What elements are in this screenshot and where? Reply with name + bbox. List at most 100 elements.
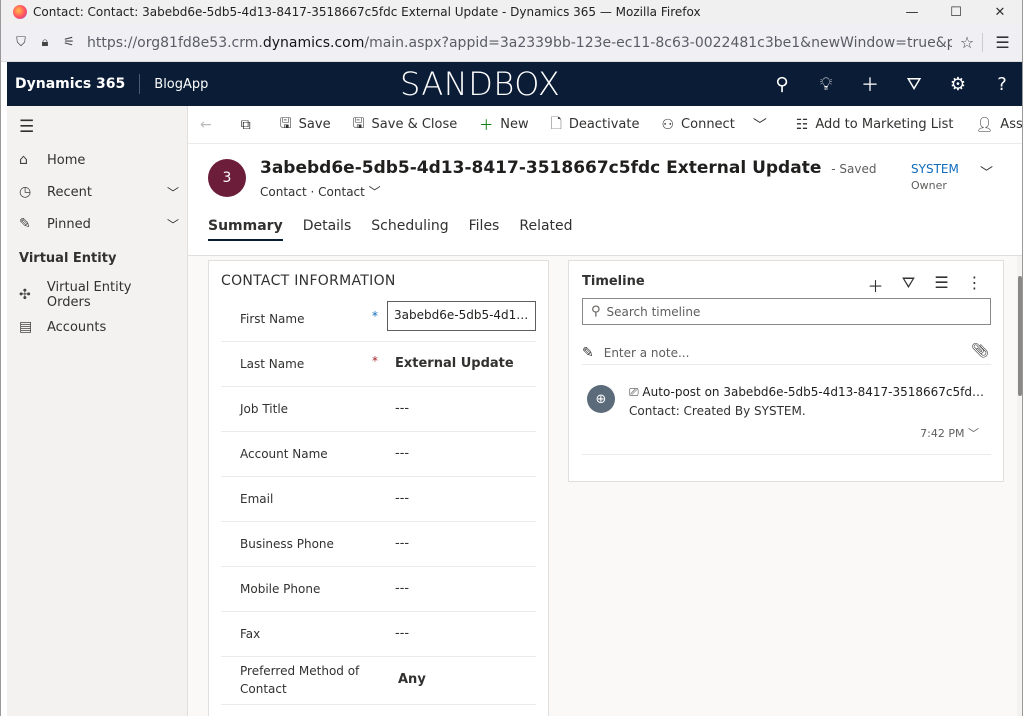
note-placeholder: Enter a note... — [603, 345, 690, 360]
hamburger-menu-icon[interactable]: ☰ — [982, 33, 1022, 52]
window-titlebar: Contact: Contact: 3abebd6e-5db5-4d13-841… — [1, 0, 1022, 24]
sidebar-item-recent[interactable]: ◷ Recent ﹀ — [19, 181, 179, 203]
tab-details[interactable]: Details — [303, 218, 352, 241]
popout-icon: ⧉ — [240, 116, 251, 133]
field-email: Email --- — [221, 477, 536, 522]
save-status: - Saved — [831, 162, 877, 176]
save-close-button[interactable]: 🖫︎ Save & Close — [353, 113, 458, 137]
record-subtitle: Contact · Contact ﹀ — [260, 183, 381, 200]
timeline-tools: ＋ ⛛ ☰ ⋮ — [859, 273, 991, 297]
more-vertical-icon[interactable]: ⋮ — [958, 273, 991, 297]
sitemap-toggle-icon[interactable]: ☰ — [19, 117, 34, 137]
tab-related[interactable]: Related — [519, 218, 572, 241]
post-title: ⎚ Auto-post on 3abebd6e-5db5-4d13-8417-3… — [629, 385, 989, 400]
lightbulb-icon[interactable]: 💡︎ — [804, 74, 848, 95]
business-phone-input[interactable]: --- — [395, 536, 409, 551]
field-preferred-method: Preferred Method of Contact Any — [221, 657, 536, 705]
environment-banner: SANDBOX — [400, 65, 561, 103]
filter-icon[interactable]: ⛛ — [892, 273, 925, 297]
sidebar-group-title: Virtual Entity — [19, 251, 117, 266]
account-name-input[interactable]: --- — [395, 446, 409, 461]
owner-label: Owner — [911, 179, 947, 192]
email-input[interactable]: --- — [395, 491, 409, 506]
save-icon: 🖫︎ — [279, 115, 292, 132]
app-name[interactable]: BlogApp — [154, 77, 208, 92]
sort-list-icon[interactable]: ☰ — [925, 273, 958, 297]
note-input[interactable]: ✎ Enter a note... 📎︎ — [582, 341, 991, 365]
connect-label: Connect — [681, 117, 735, 132]
fax-input[interactable]: --- — [395, 626, 409, 641]
deactivate-label: Deactivate — [568, 117, 640, 132]
shield-icon[interactable]: ⛉ — [9, 35, 33, 50]
timeline-search-input[interactable]: ⚲ Search timeline — [582, 298, 991, 325]
form-content: CONTACT INFORMATION First Name * 3abebd6… — [188, 256, 1022, 716]
add-marketing-label: Add to Marketing List — [815, 117, 954, 132]
field-label: Mobile Phone — [240, 582, 321, 596]
gear-icon[interactable]: ⚙ — [936, 74, 980, 95]
plus-icon[interactable]: ＋ — [848, 71, 892, 97]
record-avatar: 3 — [208, 159, 246, 197]
preferred-method-select[interactable]: Any — [398, 672, 426, 687]
sidebar-item-pinned[interactable]: ✎ Pinned ﹀ — [19, 213, 179, 235]
chevron-down-icon: ﹀ — [368, 185, 381, 199]
field-label: Email — [240, 492, 274, 506]
brand-title[interactable]: Dynamics 365 — [15, 76, 125, 92]
attachment-icon[interactable]: 📎︎ — [971, 343, 989, 359]
field-label: Account Name — [240, 447, 328, 461]
job-title-input[interactable]: --- — [395, 401, 409, 416]
connect-button[interactable]: ⚇ Connect — [661, 117, 734, 133]
sidebar-item-virtual-entity-orders[interactable]: ✣ Virtual Entity Orders — [19, 280, 179, 310]
url-input[interactable]: https://org81fd8e53.crm.dynamics.com/mai… — [87, 35, 952, 51]
save-button[interactable]: 🖫︎ Save — [280, 113, 331, 137]
add-marketing-list-button[interactable]: ☷ Add to Marketing List — [796, 117, 954, 133]
clock-icon: ◷ — [19, 184, 32, 200]
sidebar-item-home[interactable]: ⌂ Home — [19, 149, 179, 171]
minimize-icon[interactable]: — — [890, 5, 934, 20]
header-expand-chevron-icon[interactable]: ﹀ — [980, 162, 993, 181]
sidebar-item-label: Recent — [47, 184, 92, 200]
new-label: New — [500, 117, 529, 132]
form-selector[interactable]: Contact ﹀ — [318, 185, 381, 199]
last-name-input[interactable]: External Update — [395, 356, 514, 371]
back-button[interactable]: ← — [200, 117, 219, 133]
field-job-title: Job Title --- — [221, 387, 536, 432]
field-label: Job Title — [240, 402, 289, 416]
vertical-scrollbar[interactable] — [1017, 256, 1022, 716]
plus-icon[interactable]: ＋ — [859, 273, 892, 297]
connect-icon: ⚇ — [661, 116, 675, 133]
tab-files[interactable]: Files — [469, 218, 500, 241]
url-suffix: /main.aspx?appid=3a2339bb-123e-ec11-8c63… — [364, 34, 952, 51]
sidebar-item-accounts[interactable]: ▤ Accounts — [19, 316, 179, 338]
mobile-phone-input[interactable]: --- — [395, 581, 409, 596]
chevron-down-icon[interactable]: ﹀ — [968, 427, 979, 440]
field-mobile-phone: Mobile Phone --- — [221, 567, 536, 612]
chevron-down-icon[interactable]: ﹀ — [167, 216, 179, 233]
timeline-post[interactable]: ⊕ ⎚ Auto-post on 3abebd6e-5db5-4d13-8417… — [582, 375, 991, 455]
more-dropdown-button[interactable]: ﹀ — [753, 115, 774, 135]
tab-summary[interactable]: Summary — [208, 218, 283, 241]
open-new-window-button[interactable]: ⧉ — [241, 117, 258, 133]
new-button[interactable]: ＋ New — [479, 115, 528, 135]
person-assign-icon: 👤︎ — [975, 116, 994, 133]
help-icon[interactable]: ? — [980, 74, 1022, 95]
bookmark-star-icon[interactable]: ☆ — [952, 33, 982, 52]
deactivate-button[interactable]: 🗋︎ Deactivate — [551, 113, 640, 137]
timeline-title: Timeline — [582, 274, 645, 289]
chevron-down-icon[interactable]: ﹀ — [167, 184, 179, 201]
maximize-icon[interactable]: ☐ — [934, 5, 978, 20]
assign-label: Assign — [1000, 117, 1023, 132]
sidebar: ☰ ⌂ Home ◷ Recent ﹀ ✎ Pinned ﹀ Virtual E… — [7, 106, 188, 716]
header-tools: ⚲ 💡︎ ＋ ⛛ ⚙ ? — [760, 62, 1022, 106]
close-icon[interactable]: ✕ — [978, 5, 1022, 20]
lock-icon[interactable]: 🔒︎ — [33, 35, 57, 50]
scrollbar-thumb[interactable] — [1018, 276, 1022, 396]
search-icon[interactable]: ⚲ — [760, 74, 804, 95]
permissions-icon[interactable]: ⚟ — [57, 35, 81, 50]
sidebar-item-label: Virtual Entity Orders — [46, 280, 132, 310]
first-name-input[interactable]: 3abebd6e-5db5-4d13-8417-3518667c5fdc — [387, 301, 536, 331]
filter-icon[interactable]: ⛛ — [892, 74, 936, 95]
tab-scheduling[interactable]: Scheduling — [371, 218, 448, 241]
owner-link[interactable]: SYSTEM — [911, 162, 959, 176]
assign-button[interactable]: 👤︎ Assign — [975, 116, 1023, 133]
field-label: Fax — [240, 627, 261, 641]
